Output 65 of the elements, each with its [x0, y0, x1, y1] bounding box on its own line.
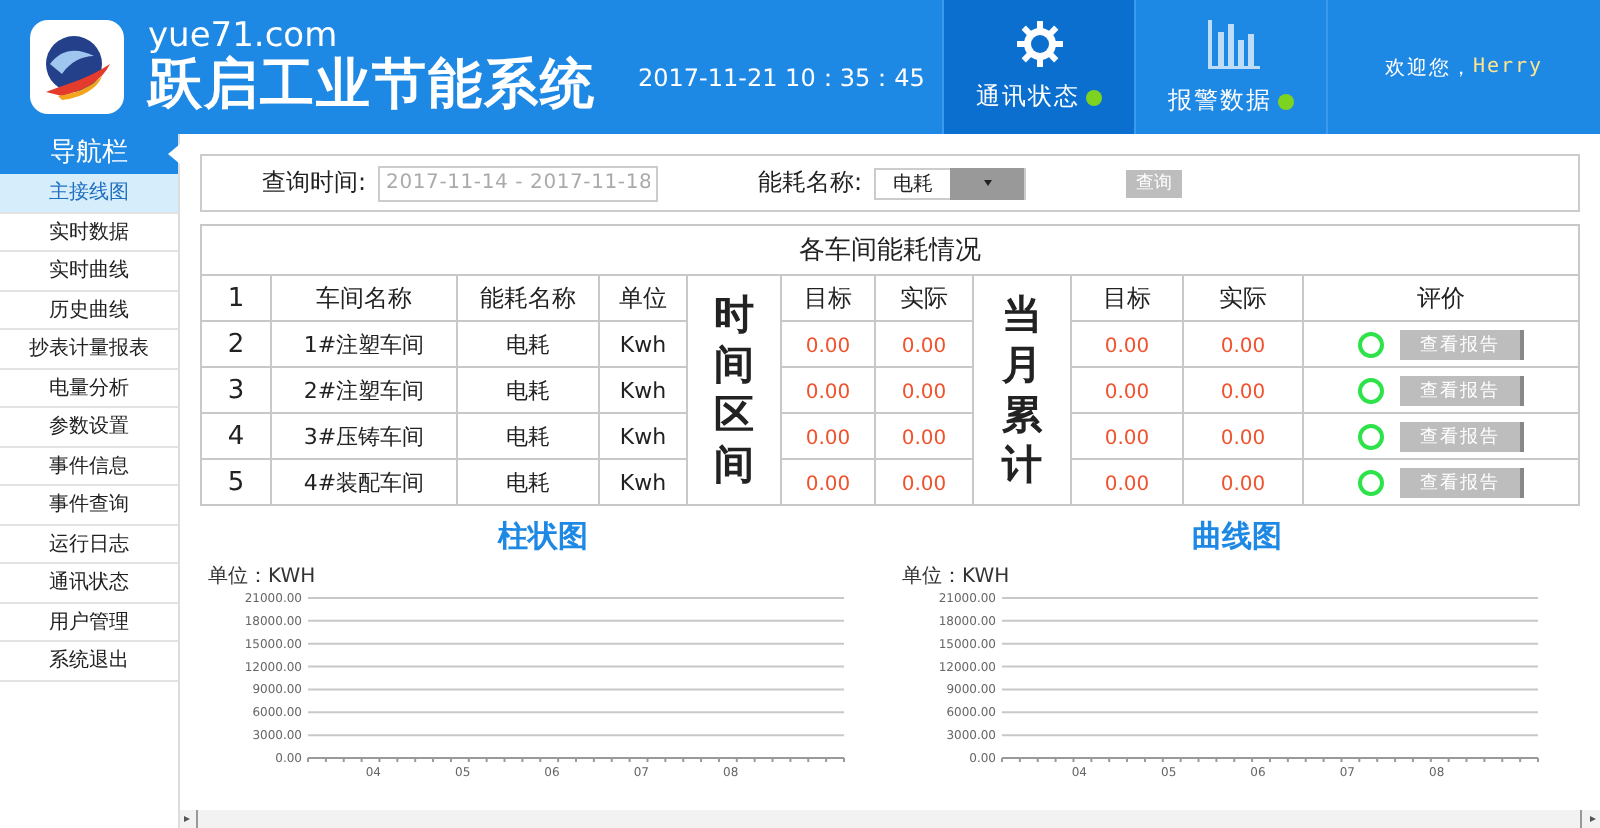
app-title: 跃启工业节能系统 [148, 53, 598, 117]
table-cell: 目标 [1103, 283, 1151, 311]
table-cell: 电耗 [506, 469, 550, 495]
table-cell: 5 [227, 467, 245, 497]
axis-label: 单位：KWH [901, 566, 1009, 588]
caret-icon [983, 180, 992, 186]
table-cell: 0.00 [1104, 335, 1150, 357]
table-cell: 时间区间 [714, 290, 754, 490]
table-cell: 2#注塑车间 [303, 377, 425, 403]
logo-icon [30, 20, 124, 114]
sidebar-item[interactable]: 主接线图 [0, 174, 178, 213]
table-cell: 0.00 [805, 473, 851, 495]
table-title: 各车间能耗情况 [799, 236, 981, 266]
settings-icon [1015, 20, 1063, 68]
table-cell: 0.00 [805, 427, 851, 449]
welcome-text: 欢迎您， [1384, 55, 1473, 81]
table-cell: 4#装配车间 [303, 469, 425, 495]
table-cell: 电耗 [506, 331, 550, 357]
user-name: Herry [1472, 56, 1544, 78]
table-cell: 单位 [619, 283, 667, 311]
table-cell: 0.00 [1220, 473, 1266, 495]
table-cell: 当月累计 [1002, 290, 1042, 490]
table-cell: 0.00 [1104, 427, 1150, 449]
table-cell: 0.00 [1104, 381, 1150, 403]
table-cell: 0.00 [1220, 427, 1266, 449]
table-cell: 0.00 [1104, 473, 1150, 495]
axis-label: 单位：KWH [207, 566, 315, 588]
date-time: 2017-11-21 10：35：45 [638, 62, 927, 96]
table-cell: 电耗 [506, 423, 550, 449]
table-cell: 0.00 [901, 473, 947, 495]
scrollbar[interactable] [180, 810, 1600, 828]
table-cell: 3#压铸车间 [303, 423, 425, 449]
nav-tab[interactable]: 通讯状态 [942, 0, 1134, 134]
table-cell: 4 [227, 421, 245, 451]
table-cell: 实际 [900, 283, 948, 311]
energy-select[interactable]: 电耗 [874, 167, 1027, 199]
nav-tab[interactable]: 报警数据 [1134, 0, 1326, 134]
table-cell: 2 [227, 329, 245, 359]
table-cell: Kwh [619, 377, 667, 403]
table-cell: Kwh [619, 423, 667, 449]
table-cell: 目标 [804, 283, 852, 311]
chart-title: 曲线图 [1192, 518, 1282, 554]
table-cell: 0.00 [1220, 381, 1266, 403]
table-cell: 0.00 [901, 427, 947, 449]
table-cell: 车间名称 [316, 283, 412, 311]
site-url: yue71.com [148, 17, 340, 53]
chart-title: 柱状图 [498, 518, 588, 554]
table-cell: 0.00 [1220, 335, 1266, 357]
field-label: 查询时间: [262, 166, 367, 200]
table-cell: Kwh [619, 469, 667, 495]
table-cell: 0.00 [805, 335, 851, 357]
field-label: 能耗名称: [758, 166, 863, 200]
table-cell: 能耗名称 [480, 283, 576, 311]
table-cell: 1#注塑车间 [303, 331, 425, 357]
date-range-field[interactable]: 2017-11-14 - 2017-11-18 [378, 165, 659, 201]
table-cell: 0.00 [901, 335, 947, 357]
table-cell: 实际 [1219, 283, 1267, 311]
table-cell: 评价 [1417, 283, 1465, 311]
table-cell: 1 [227, 283, 245, 313]
table-cell: 电耗 [506, 377, 550, 403]
table-cell: Kwh [619, 331, 667, 357]
table-cell: 0.00 [805, 381, 851, 403]
table-cell: 0.00 [901, 381, 947, 403]
sidebar-title: 导航栏 [0, 134, 178, 174]
table-cell: 3 [227, 375, 245, 405]
